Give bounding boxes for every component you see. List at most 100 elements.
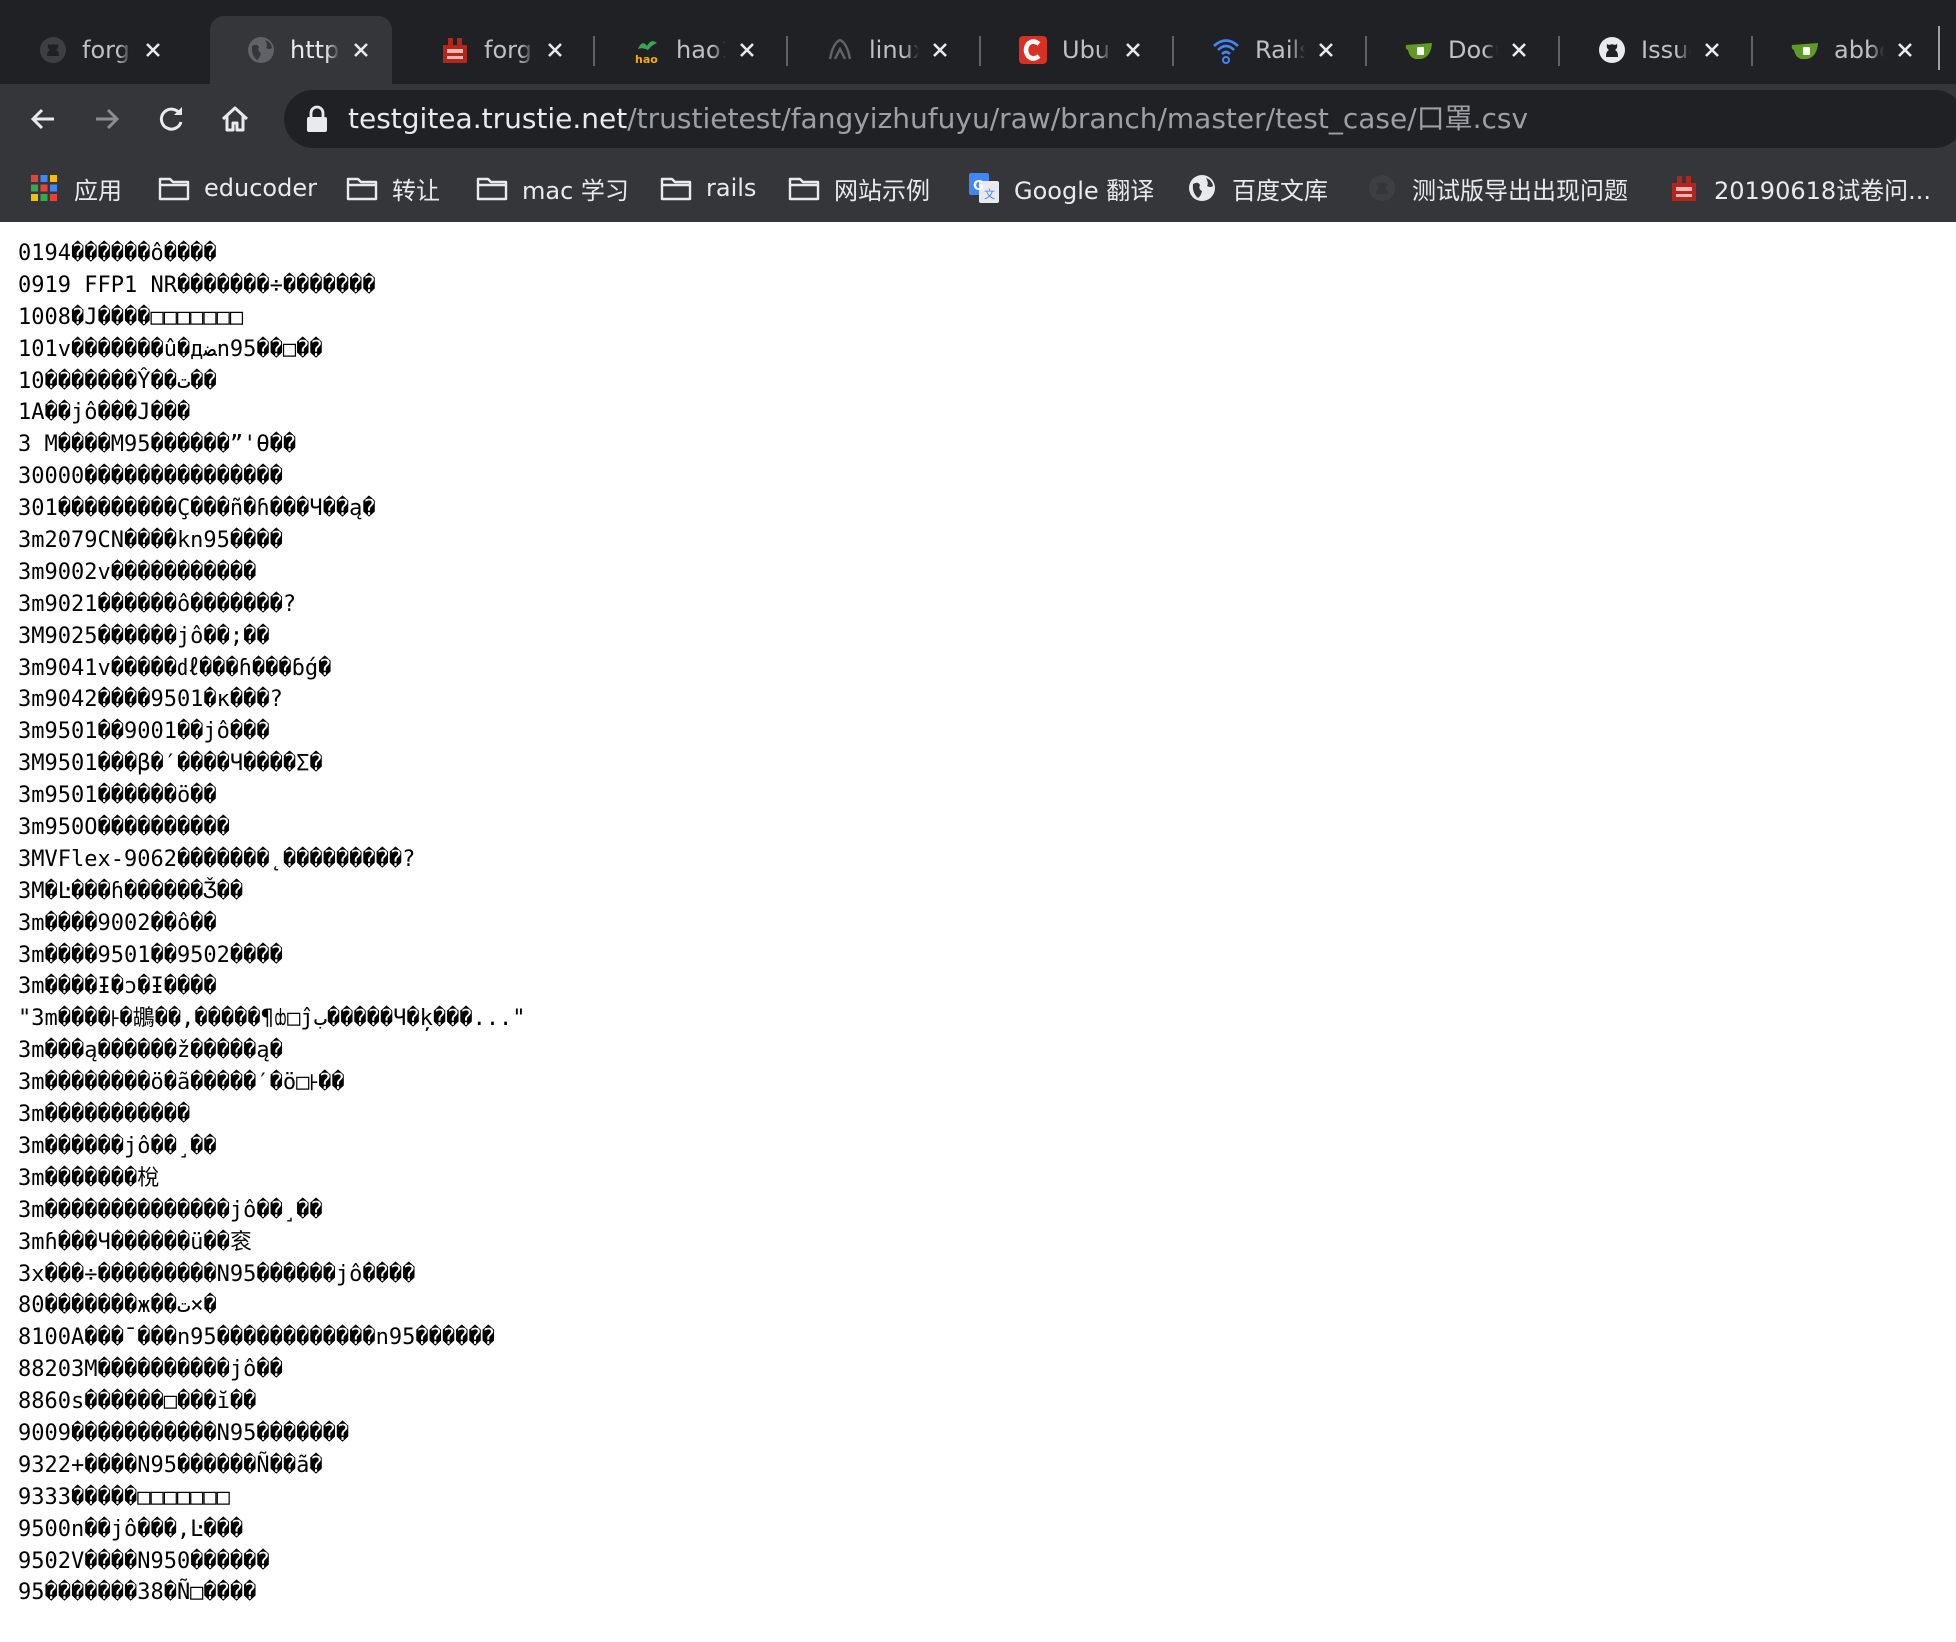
bookmark-label: 转让 [392,176,440,205]
bookmark-label: Google 翻译 [1014,176,1155,205]
file-line: 8860s������□���ĭ�� [18,1389,257,1415]
folder-icon [158,172,190,204]
file-line: 1008�J����□□□□□□□ [18,304,244,330]
tab-separator [1365,36,1367,66]
file-line: 3m����9501��9502���� [18,942,283,968]
file-line: 3m9002v����������� [18,559,257,585]
file-line: 3 M����M95������”'Ѳ�� [18,432,297,458]
file-line: 3m��������ö�ã�����′�ö□ꡲ�� [18,1070,345,1096]
github-icon [1366,172,1398,204]
back-button[interactable] [20,96,66,142]
svg-text:文: 文 [984,187,995,201]
bookmark-label: 百度文库 [1232,176,1328,205]
file-line: 88203M����������jô�� [18,1357,283,1383]
close-icon[interactable] [1313,37,1339,63]
hao123-icon: hao [632,35,662,65]
file-line: "3m����ꡲ�鶘��,�����¶ȸ□ĵﺏ�����Ч�ķ���..." [18,1006,526,1032]
file-line: 3m9021������ô�������? [18,591,297,617]
gitea-icon [1790,35,1820,65]
file-line: 3mɦ���Ч������ü��衮 [18,1229,252,1255]
bookmark-folder-site-examples[interactable]: 网站示例 [788,166,930,210]
bookmark-folder-rails[interactable]: rails [660,166,756,210]
url-host: testgitea.trustie.net [348,102,628,135]
bookmark-folder-mac-study[interactable]: mac 学习 [476,166,629,210]
close-icon[interactable] [140,37,166,63]
bookmark-google-translate[interactable]: G文 Google 翻译 [968,166,1154,210]
file-line: 3x���÷���������N95������jô���� [18,1261,416,1287]
file-line: 1A��jô���J��� [18,400,191,426]
file-line: 8100A���ˉ���n95������������n95������ [18,1325,495,1351]
file-line: 9009�����������N95������� [18,1420,350,1446]
folder-icon [660,172,692,204]
file-line: 301���������Ç���ñ�ɦ���Ч��ą� [18,496,376,522]
close-icon[interactable] [348,37,374,63]
close-icon[interactable] [927,37,953,63]
home-button[interactable] [212,96,258,142]
globe-icon [1186,172,1218,204]
bookmark-exam-issue[interactable]: 20190618试卷问... [1668,166,1931,210]
file-line: 3m����������� [18,1102,191,1128]
close-icon[interactable] [1506,37,1532,63]
bookmark-label: 20190618试卷问... [1714,176,1932,205]
tab-5[interactable]: linux5 [789,16,971,84]
tab-4[interactable]: hao hao123 [596,16,778,84]
svg-text:G: G [973,179,984,194]
file-line: 30000��������������� [18,464,283,490]
tab-strip: forge3 https://testgitea.trustie.net for… [0,0,1956,84]
tab-8[interactable]: Documents [1368,16,1550,84]
tab-10[interactable]: abbcc [1754,16,1936,84]
file-line: 3M9501���β�′����Ч����Σ� [18,751,323,777]
file-line: 3m9042����9501�ĸ���? [18,687,283,713]
close-icon[interactable] [734,37,760,63]
bookmark-folder-transfer[interactable]: 转让 [346,166,440,210]
raw-file-view: 0194������ô���� 0919 FFP1 NR�������÷�����… [0,222,1956,1642]
raw-file-text: 0194������ô���� 0919 FFP1 NR�������÷�����… [0,222,1956,1609]
home-icon [221,106,249,132]
file-line: 9502V����N950������ [18,1548,270,1574]
file-line: 0194������ô���� [18,241,217,266]
file-line: 3m����9002��ô�� [18,910,217,936]
tab-separator [786,36,788,66]
tab-title: hao123 [676,36,726,64]
close-icon[interactable] [1120,37,1146,63]
close-icon[interactable] [1699,37,1725,63]
tab-1[interactable]: forge3 [2,16,184,84]
bookmark-export-issue[interactable]: 测试版导出出现问题 [1366,166,1628,210]
bookmark-folder-educoder[interactable]: educoder [158,166,317,210]
github-icon [1597,35,1627,65]
c-logo-icon [1018,35,1048,65]
tab-7[interactable]: Rails5 [1175,16,1357,84]
bookmark-baidu-wenku[interactable]: 百度文库 [1186,166,1328,210]
address-url[interactable]: testgitea.trustie.net/trustietest/fangyi… [348,90,1528,148]
gitea-icon [1404,35,1434,65]
file-line: 3m��������������jô��˼�� [18,1197,323,1223]
tab-title: Rails5 [1255,36,1305,64]
tab-9[interactable]: Issues [1561,16,1743,84]
tab-title: Documents [1448,36,1498,64]
globe-icon [246,35,276,65]
close-icon[interactable] [542,37,568,63]
tab-separator [1172,36,1174,66]
file-line: 3m9041v�����㎗���ɦ���ɓǵ� [18,655,332,681]
reload-icon [159,107,183,131]
close-icon[interactable] [1892,37,1918,63]
google-translate-icon: G文 [968,172,1000,204]
address-bar[interactable]: testgitea.trustie.net/trustietest/fangyi… [284,90,1956,148]
file-line: 0919 FFP1 NR�������÷������� [18,272,376,298]
forward-button[interactable] [84,96,130,142]
bookmark-apps[interactable]: 应用 [28,166,122,210]
file-line: 3M�Ŀ���ɦ������Ǯ�� [18,878,244,904]
arrow-right-icon [96,108,120,130]
tab-title: https://testgitea.trustie.net [290,36,340,64]
github-icon [38,35,68,65]
bookmark-label: educoder [204,174,317,202]
trustie-icon [1668,172,1700,204]
file-line: 3m950O���������� [18,815,230,841]
tab-3[interactable]: forge3 [404,16,586,84]
apps-grid-icon [28,172,60,204]
file-line: 9322+����N95������Ñ��ã� [18,1452,323,1478]
tab-2[interactable]: https://testgitea.trustie.net [210,16,392,84]
file-line: 3m���ą������ž�����ą� [18,1038,283,1064]
tab-6[interactable]: Ubuntu [982,16,1164,84]
reload-button[interactable] [148,96,194,142]
